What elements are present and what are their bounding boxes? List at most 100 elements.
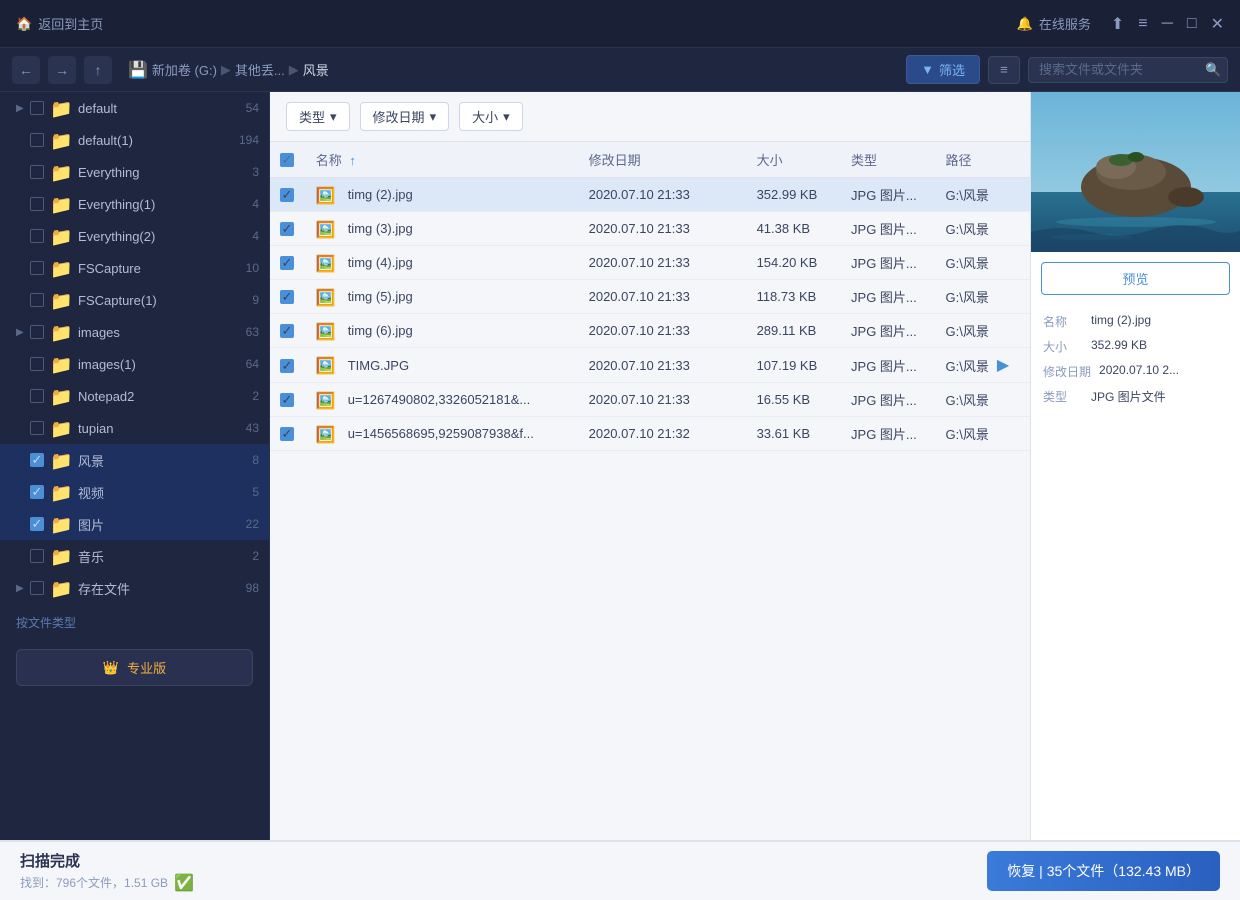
select-all-checkbox[interactable]: ✓ — [280, 153, 294, 167]
recover-button[interactable]: 恢复 | 35个文件（132.43 MB） — [987, 851, 1220, 891]
sidebar-item-yinyue[interactable]: 📁音乐2 — [0, 540, 269, 572]
minimize-icon[interactable]: ─ — [1162, 15, 1173, 33]
sidebar-item-fscapture1[interactable]: 📁FSCapture(1)9 — [0, 284, 269, 316]
row-name-cell: 🖼️timg (5).jpg — [306, 280, 579, 314]
back-button[interactable]: ← — [12, 56, 40, 84]
row-path: G:\风景 — [946, 287, 989, 306]
table-row[interactable]: ✓🖼️u=1456568695,9259087938&f...2020.07.1… — [270, 417, 1030, 451]
sidebar-checkbox-images[interactable] — [30, 325, 44, 339]
sidebar-checkbox-fscapture[interactable] — [30, 261, 44, 275]
online-service-button[interactable]: 🔔 在线服务 — [1017, 14, 1091, 33]
file-type-filter[interactable]: 按文件类型 — [16, 616, 76, 630]
share-icon[interactable]: ⬆ — [1111, 14, 1124, 34]
status-subtitle: 找到：796个文件，1.51 GB — [20, 874, 168, 891]
search-icon[interactable]: 🔍 — [1205, 62, 1221, 78]
sidebar-item-label: default(1) — [78, 133, 235, 148]
header-name[interactable]: 名称 ↑ — [306, 142, 579, 178]
sidebar-checkbox-everything[interactable] — [30, 165, 44, 179]
sidebar-item-default1[interactable]: 📁default(1)194 — [0, 124, 269, 156]
table-row[interactable]: ✓🖼️timg (6).jpg2020.07.10 21:33289.11 KB… — [270, 314, 1030, 348]
sidebar-item-fengjing[interactable]: ✓📁风景8 — [0, 444, 269, 476]
sidebar-checkbox-images1[interactable] — [30, 357, 44, 371]
sidebar-checkbox-fscapture1[interactable] — [30, 293, 44, 307]
sidebar-item-count: 22 — [235, 517, 259, 531]
sidebar-item-count: 4 — [235, 197, 259, 211]
breadcrumb-path1[interactable]: 其他丢... — [235, 60, 285, 79]
play-button[interactable]: ▶ — [997, 355, 1009, 375]
window-controls: ⬆ ≡ ─ □ ✕ — [1111, 14, 1224, 34]
table-row[interactable]: ✓🖼️timg (2).jpg2020.07.10 21:33352.99 KB… — [270, 178, 1030, 212]
row-checkbox[interactable]: ✓ — [280, 222, 294, 236]
row-path-cell: G:\风景 — [936, 246, 1031, 279]
filter-date[interactable]: 修改日期 ▾ — [360, 102, 450, 131]
sidebar-item-images[interactable]: ▶📁images63 — [0, 316, 269, 348]
breadcrumb-drive[interactable]: 新加卷 (G:) — [152, 60, 217, 79]
pro-button[interactable]: 👑 专业版 — [16, 649, 253, 686]
sidebar-checkbox-tupian[interactable] — [30, 421, 44, 435]
sidebar-checkbox-tupian2[interactable]: ✓ — [30, 517, 44, 531]
row-checkbox[interactable]: ✓ — [280, 324, 294, 338]
table-row[interactable]: ✓🖼️u=1267490802,3326052181&...2020.07.10… — [270, 383, 1030, 417]
header-path[interactable]: 路径 — [936, 142, 1031, 178]
row-checkbox[interactable]: ✓ — [280, 290, 294, 304]
row-checkbox[interactable]: ✓ — [280, 393, 294, 407]
table-row[interactable]: ✓🖼️timg (4).jpg2020.07.10 21:33154.20 KB… — [270, 246, 1030, 280]
row-size: 107.19 KB — [747, 348, 841, 383]
sidebar-checkbox-everything2[interactable] — [30, 229, 44, 243]
row-checkbox[interactable]: ✓ — [280, 256, 294, 270]
sidebar-item-label: tupian — [78, 421, 235, 436]
table-row[interactable]: ✓🖼️timg (5).jpg2020.07.10 21:33118.73 KB… — [270, 280, 1030, 314]
sidebar-checkbox-fengjing[interactable]: ✓ — [30, 453, 44, 467]
forward-button[interactable]: → — [48, 56, 76, 84]
up-button[interactable]: ↑ — [84, 56, 112, 84]
date-value: 2020.07.10 2... — [1099, 363, 1179, 380]
row-checkbox[interactable]: ✓ — [280, 188, 294, 202]
preview-button[interactable]: 预览 — [1041, 262, 1230, 295]
sidebar-item-notepad2[interactable]: 📁Notepad22 — [0, 380, 269, 412]
sort-icon: ↑ — [349, 153, 356, 168]
close-icon[interactable]: ✕ — [1211, 14, 1224, 34]
maximize-icon[interactable]: □ — [1187, 15, 1197, 33]
sidebar-item-shipin[interactable]: ✓📁视频5 — [0, 476, 269, 508]
header-check[interactable]: ✓ — [270, 142, 306, 178]
sidebar-item-everything1[interactable]: 📁Everything(1)4 — [0, 188, 269, 220]
folder-icon: 📁 — [50, 547, 72, 565]
folder-icon: 📁 — [50, 515, 72, 533]
home-button[interactable]: 🏠 返回到主页 — [16, 14, 103, 33]
sidebar-item-label: 风景 — [78, 451, 235, 470]
sidebar-checkbox-yinyue[interactable] — [30, 549, 44, 563]
expand-icon[interactable]: ▶ — [16, 583, 30, 594]
header-type[interactable]: 类型 — [841, 142, 935, 178]
search-input[interactable] — [1039, 62, 1199, 77]
expand-icon[interactable]: ▶ — [16, 103, 30, 114]
expand-icon[interactable]: ▶ — [16, 327, 30, 338]
sidebar-checkbox-default[interactable] — [30, 101, 44, 115]
view-toggle-button[interactable]: ≡ — [988, 56, 1020, 84]
menu-icon[interactable]: ≡ — [1138, 15, 1147, 33]
sidebar-checkbox-notepad2[interactable] — [30, 389, 44, 403]
sidebar-checkbox-default1[interactable] — [30, 133, 44, 147]
filter-size[interactable]: 大小 ▾ — [459, 102, 523, 131]
sidebar-item-tupian[interactable]: 📁tupian43 — [0, 412, 269, 444]
sidebar-checkbox-everything1[interactable] — [30, 197, 44, 211]
row-checkbox[interactable]: ✓ — [280, 359, 294, 373]
sidebar-item-images1[interactable]: 📁images(1)64 — [0, 348, 269, 380]
sidebar-checkbox-shipin[interactable]: ✓ — [30, 485, 44, 499]
sidebar-item-default[interactable]: ▶📁default54 — [0, 92, 269, 124]
row-checkbox[interactable]: ✓ — [280, 427, 294, 441]
filter-button[interactable]: ▼ 筛选 — [906, 55, 980, 84]
sidebar-item-cunzai[interactable]: ▶📁存在文件98 — [0, 572, 269, 604]
sidebar-checkbox-cunzai[interactable] — [30, 581, 44, 595]
table-row[interactable]: ✓🖼️timg (3).jpg2020.07.10 21:3341.38 KBJ… — [270, 212, 1030, 246]
folder-icon: 📁 — [50, 195, 72, 213]
sidebar-item-everything2[interactable]: 📁Everything(2)4 — [0, 220, 269, 252]
header-date[interactable]: 修改日期 — [579, 142, 747, 178]
sidebar-item-everything[interactable]: 📁Everything3 — [0, 156, 269, 188]
table-row[interactable]: ✓🖼️TIMG.JPG2020.07.10 21:33107.19 KBJPG … — [270, 348, 1030, 383]
sidebar-item-fscapture[interactable]: 📁FSCapture10 — [0, 252, 269, 284]
sidebar-item-tupian2[interactable]: ✓📁图片22 — [0, 508, 269, 540]
sidebar-item-label: default — [78, 101, 235, 116]
filter-type[interactable]: 类型 ▾ — [286, 102, 350, 131]
header-size[interactable]: 大小 — [747, 142, 841, 178]
file-list: ✓ 名称 ↑ 修改日期 大小 类型 路径 ✓ — [270, 142, 1030, 840]
